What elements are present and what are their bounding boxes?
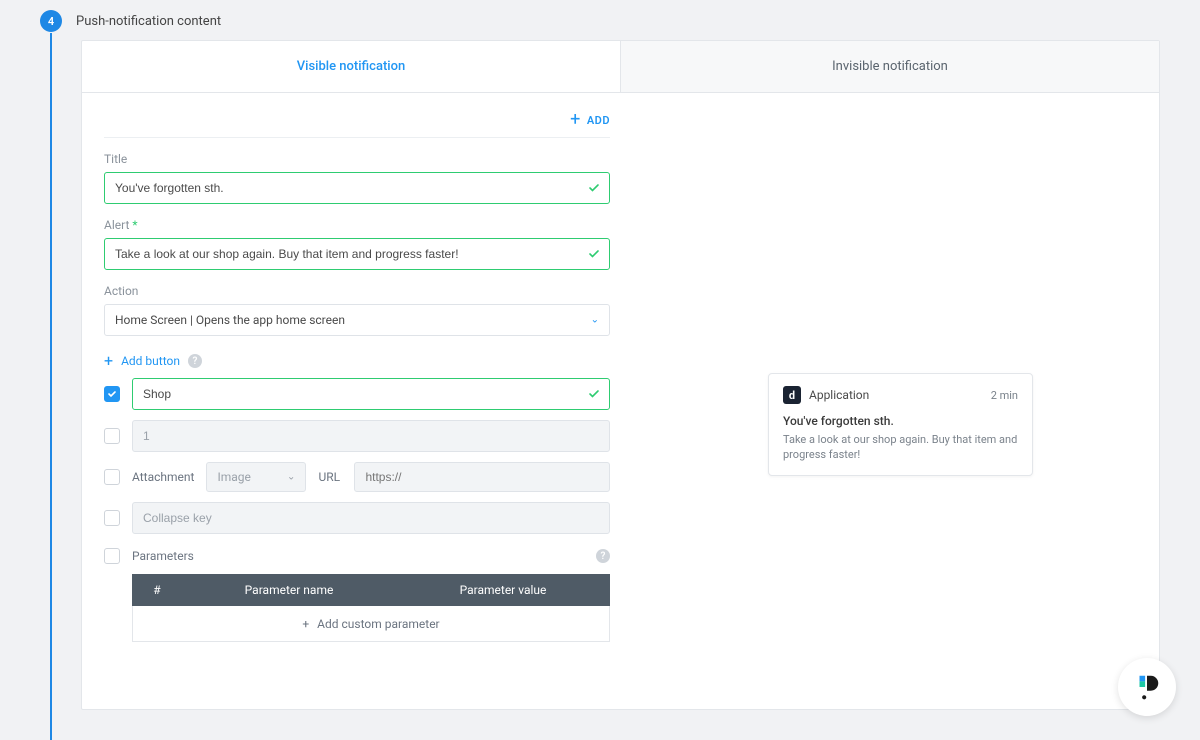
tab-visible-notification[interactable]: Visible notification xyxy=(82,41,620,92)
brand-floating-badge[interactable] xyxy=(1118,658,1176,716)
brand-logo-icon xyxy=(1132,672,1162,702)
add-label: ADD xyxy=(587,114,610,127)
collapse-key-input xyxy=(132,502,610,534)
alert-label: Alert * xyxy=(104,218,610,232)
alert-input[interactable] xyxy=(104,238,610,270)
content-panel: Visible notification Invisible notificat… xyxy=(81,40,1160,710)
title-input[interactable] xyxy=(104,172,610,204)
parameters-label: Parameters xyxy=(132,549,584,563)
step-title: Push-notification content xyxy=(76,14,221,29)
required-mark: * xyxy=(132,218,137,232)
preview-title: You've forgotten sth. xyxy=(783,414,1018,428)
check-icon xyxy=(588,248,600,260)
attachment-label: Attachment xyxy=(132,470,194,484)
attachment-checkbox[interactable] xyxy=(104,469,120,485)
button-row-checkbox[interactable] xyxy=(104,386,120,402)
preview-timestamp: 2 min xyxy=(991,389,1018,402)
tabs: Visible notification Invisible notificat… xyxy=(82,41,1159,93)
plus-icon: + xyxy=(104,354,113,368)
action-select[interactable]: Home Screen | Opens the app home screen … xyxy=(104,304,610,336)
notification-preview: d Application 2 min You've forgotten sth… xyxy=(768,373,1033,476)
plus-icon: + xyxy=(302,617,309,631)
check-icon xyxy=(588,388,600,400)
add-language-button[interactable]: + ADD xyxy=(104,113,610,138)
help-icon[interactable]: ? xyxy=(188,354,202,368)
action-label: Action xyxy=(104,284,610,298)
col-param-name: Parameter name xyxy=(182,583,396,597)
chevron-down-icon: ⌄ xyxy=(287,472,295,483)
add-custom-parameter-button[interactable]: + Add custom parameter xyxy=(132,606,610,642)
attachment-type-select[interactable]: Image ⌄ xyxy=(206,462,306,492)
col-index: # xyxy=(132,583,182,597)
step-number-badge: 4 xyxy=(40,10,62,32)
help-icon[interactable]: ? xyxy=(596,549,610,563)
add-button-link[interactable]: Add button xyxy=(121,354,180,368)
col-param-value: Parameter value xyxy=(396,583,610,597)
button-row-checkbox[interactable] xyxy=(104,428,120,444)
tab-invisible-notification[interactable]: Invisible notification xyxy=(620,41,1159,92)
preview-body: Take a look at our shop again. Buy that … xyxy=(783,432,1018,463)
check-icon xyxy=(588,182,600,194)
app-logo-icon: d xyxy=(783,386,801,404)
preview-app-name: Application xyxy=(809,388,983,402)
url-label: URL xyxy=(318,470,342,484)
step-timeline xyxy=(50,33,52,740)
attachment-url-input xyxy=(354,462,610,492)
button-name-input-disabled xyxy=(132,420,610,452)
parameters-checkbox[interactable] xyxy=(104,548,120,564)
button-name-input[interactable] xyxy=(132,378,610,410)
chevron-down-icon: ⌄ xyxy=(591,315,599,326)
parameters-table: # Parameter name Parameter value + Add c… xyxy=(132,574,610,642)
title-label: Title xyxy=(104,152,610,166)
plus-icon: + xyxy=(570,113,581,127)
collapse-key-checkbox[interactable] xyxy=(104,510,120,526)
